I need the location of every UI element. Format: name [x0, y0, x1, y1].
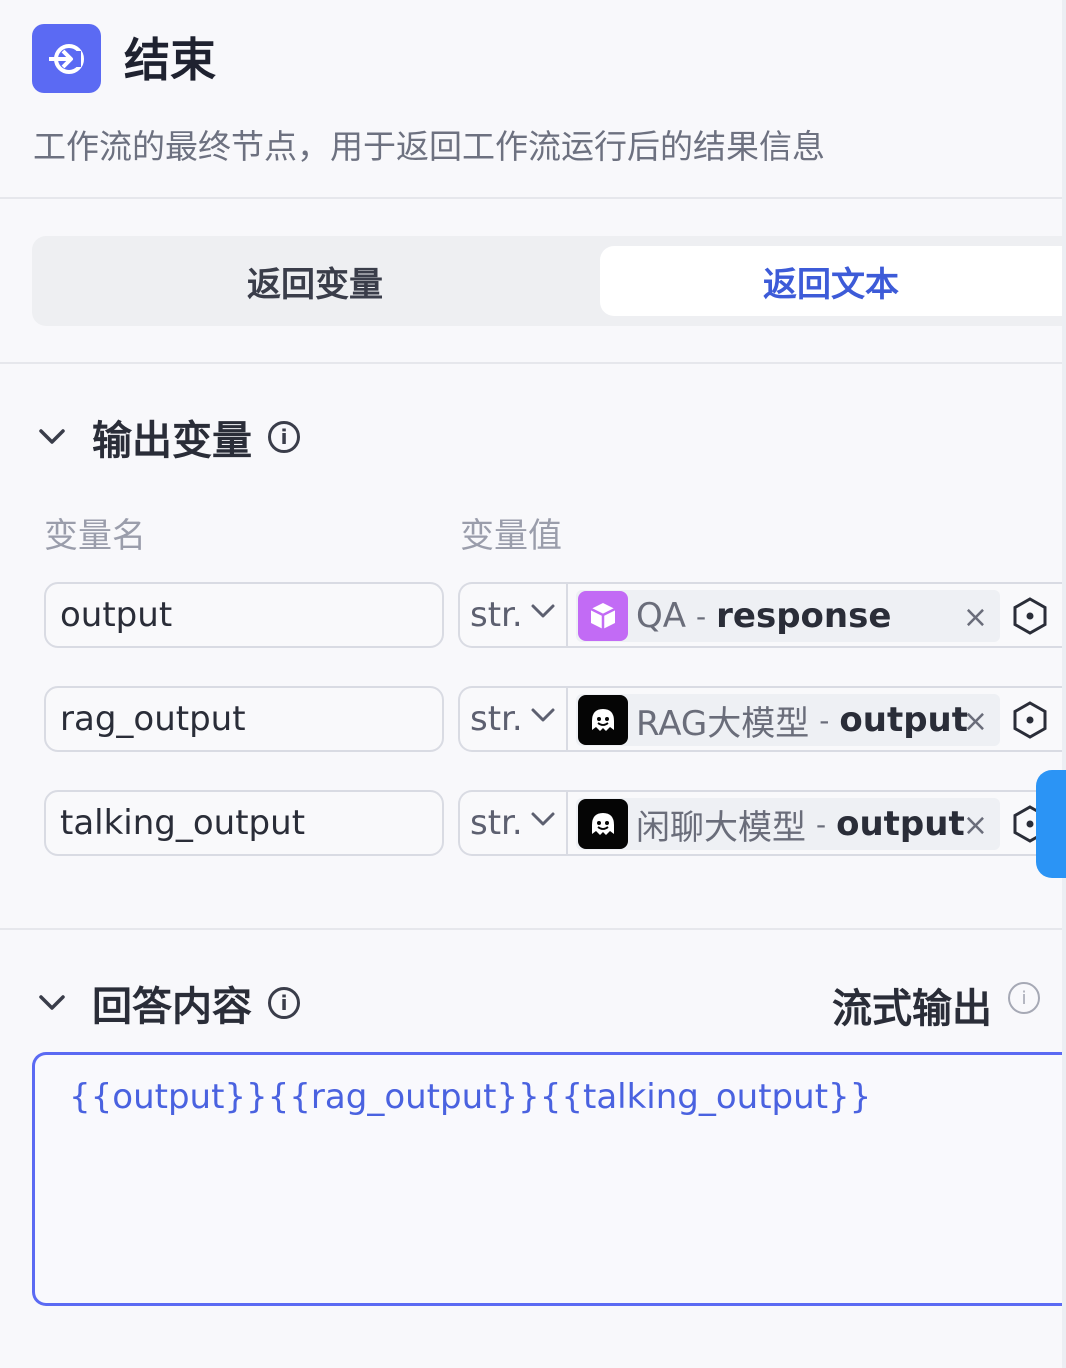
node-title: 结束 [124, 33, 216, 87]
answer-section-header: 回答内容 i [36, 974, 300, 1032]
type-select[interactable]: str. [460, 792, 568, 854]
variable-value-field: str. 闲聊大模型 - output × [458, 790, 1062, 856]
info-icon[interactable]: i [268, 987, 300, 1019]
reference-separator: - [819, 703, 830, 737]
variable-picker-icon[interactable] [1010, 700, 1050, 740]
reference-field-name: response [716, 596, 892, 636]
info-icon[interactable]: i [1008, 982, 1040, 1014]
bot-icon [578, 799, 628, 849]
chevron-down-icon [531, 604, 555, 618]
column-label-name: 变量名 [44, 516, 146, 556]
type-select-value: str. [470, 803, 523, 843]
close-icon[interactable]: × [963, 704, 988, 739]
stream-output-label: 流式输出 [832, 986, 992, 1032]
output-mode-tabs: 返回变量 返回文本 [32, 236, 1062, 326]
type-select[interactable]: str. [460, 584, 568, 646]
close-icon[interactable]: × [963, 808, 988, 843]
reference-chip[interactable]: RAG大模型 - output × [576, 694, 1000, 746]
side-drawer-handle[interactable] [1036, 770, 1066, 878]
reference-separator: - [696, 599, 707, 633]
tabs-divider [0, 362, 1062, 364]
reference-node-name: 闲聊大模型 [636, 807, 806, 848]
close-icon[interactable]: × [963, 600, 988, 635]
reference-node-name: QA [636, 596, 687, 636]
panel-edge [1062, 0, 1066, 1368]
info-icon[interactable]: i [268, 421, 300, 453]
tab-return-variables[interactable]: 返回变量 [32, 246, 598, 316]
answer-content-editor[interactable]: {{output}}{{rag_output}}{{talking_output… [32, 1052, 1062, 1306]
type-select-value: str. [470, 595, 523, 635]
end-node-panel: 结束 工作流的最终节点，用于返回工作流运行后的结果信息 返回变量 返回文本 输出… [0, 0, 1062, 1368]
cube-icon [578, 591, 628, 641]
chevron-down-icon [531, 708, 555, 722]
type-select[interactable]: str. [460, 688, 568, 750]
type-select-value: str. [470, 699, 523, 739]
chevron-down-icon[interactable] [36, 421, 68, 453]
answer-section-title: 回答内容 [92, 984, 252, 1030]
variable-picker-icon[interactable] [1010, 596, 1050, 636]
chevron-down-icon [531, 812, 555, 826]
chevron-down-icon[interactable] [36, 987, 68, 1019]
reference-separator: - [816, 807, 827, 841]
reference-chip[interactable]: 闲聊大模型 - output × [576, 798, 1000, 850]
variable-name-input[interactable]: output [44, 582, 444, 648]
reference-field-name: output [839, 700, 968, 740]
reference-field-name: output [836, 804, 965, 844]
variable-name-input[interactable]: talking_output [44, 790, 444, 856]
node-description: 工作流的最终节点，用于返回工作流运行后的结果信息 [33, 127, 825, 166]
section-divider [0, 928, 1062, 930]
variable-value-field: str. RAG大模型 - output × [458, 686, 1062, 752]
header-divider [0, 197, 1062, 199]
output-section-header: 输出变量 i [36, 408, 300, 466]
output-section-title: 输出变量 [92, 418, 252, 464]
reference-node-name: RAG大模型 [636, 703, 810, 744]
variable-name-input[interactable]: rag_output [44, 686, 444, 752]
exit-icon [32, 24, 101, 93]
reference-chip[interactable]: QA - response × [576, 590, 1000, 642]
bot-icon [578, 695, 628, 745]
variable-value-field: str. QA - response × [458, 582, 1062, 648]
column-label-value: 变量值 [460, 516, 562, 556]
tab-return-text[interactable]: 返回文本 [600, 246, 1062, 316]
